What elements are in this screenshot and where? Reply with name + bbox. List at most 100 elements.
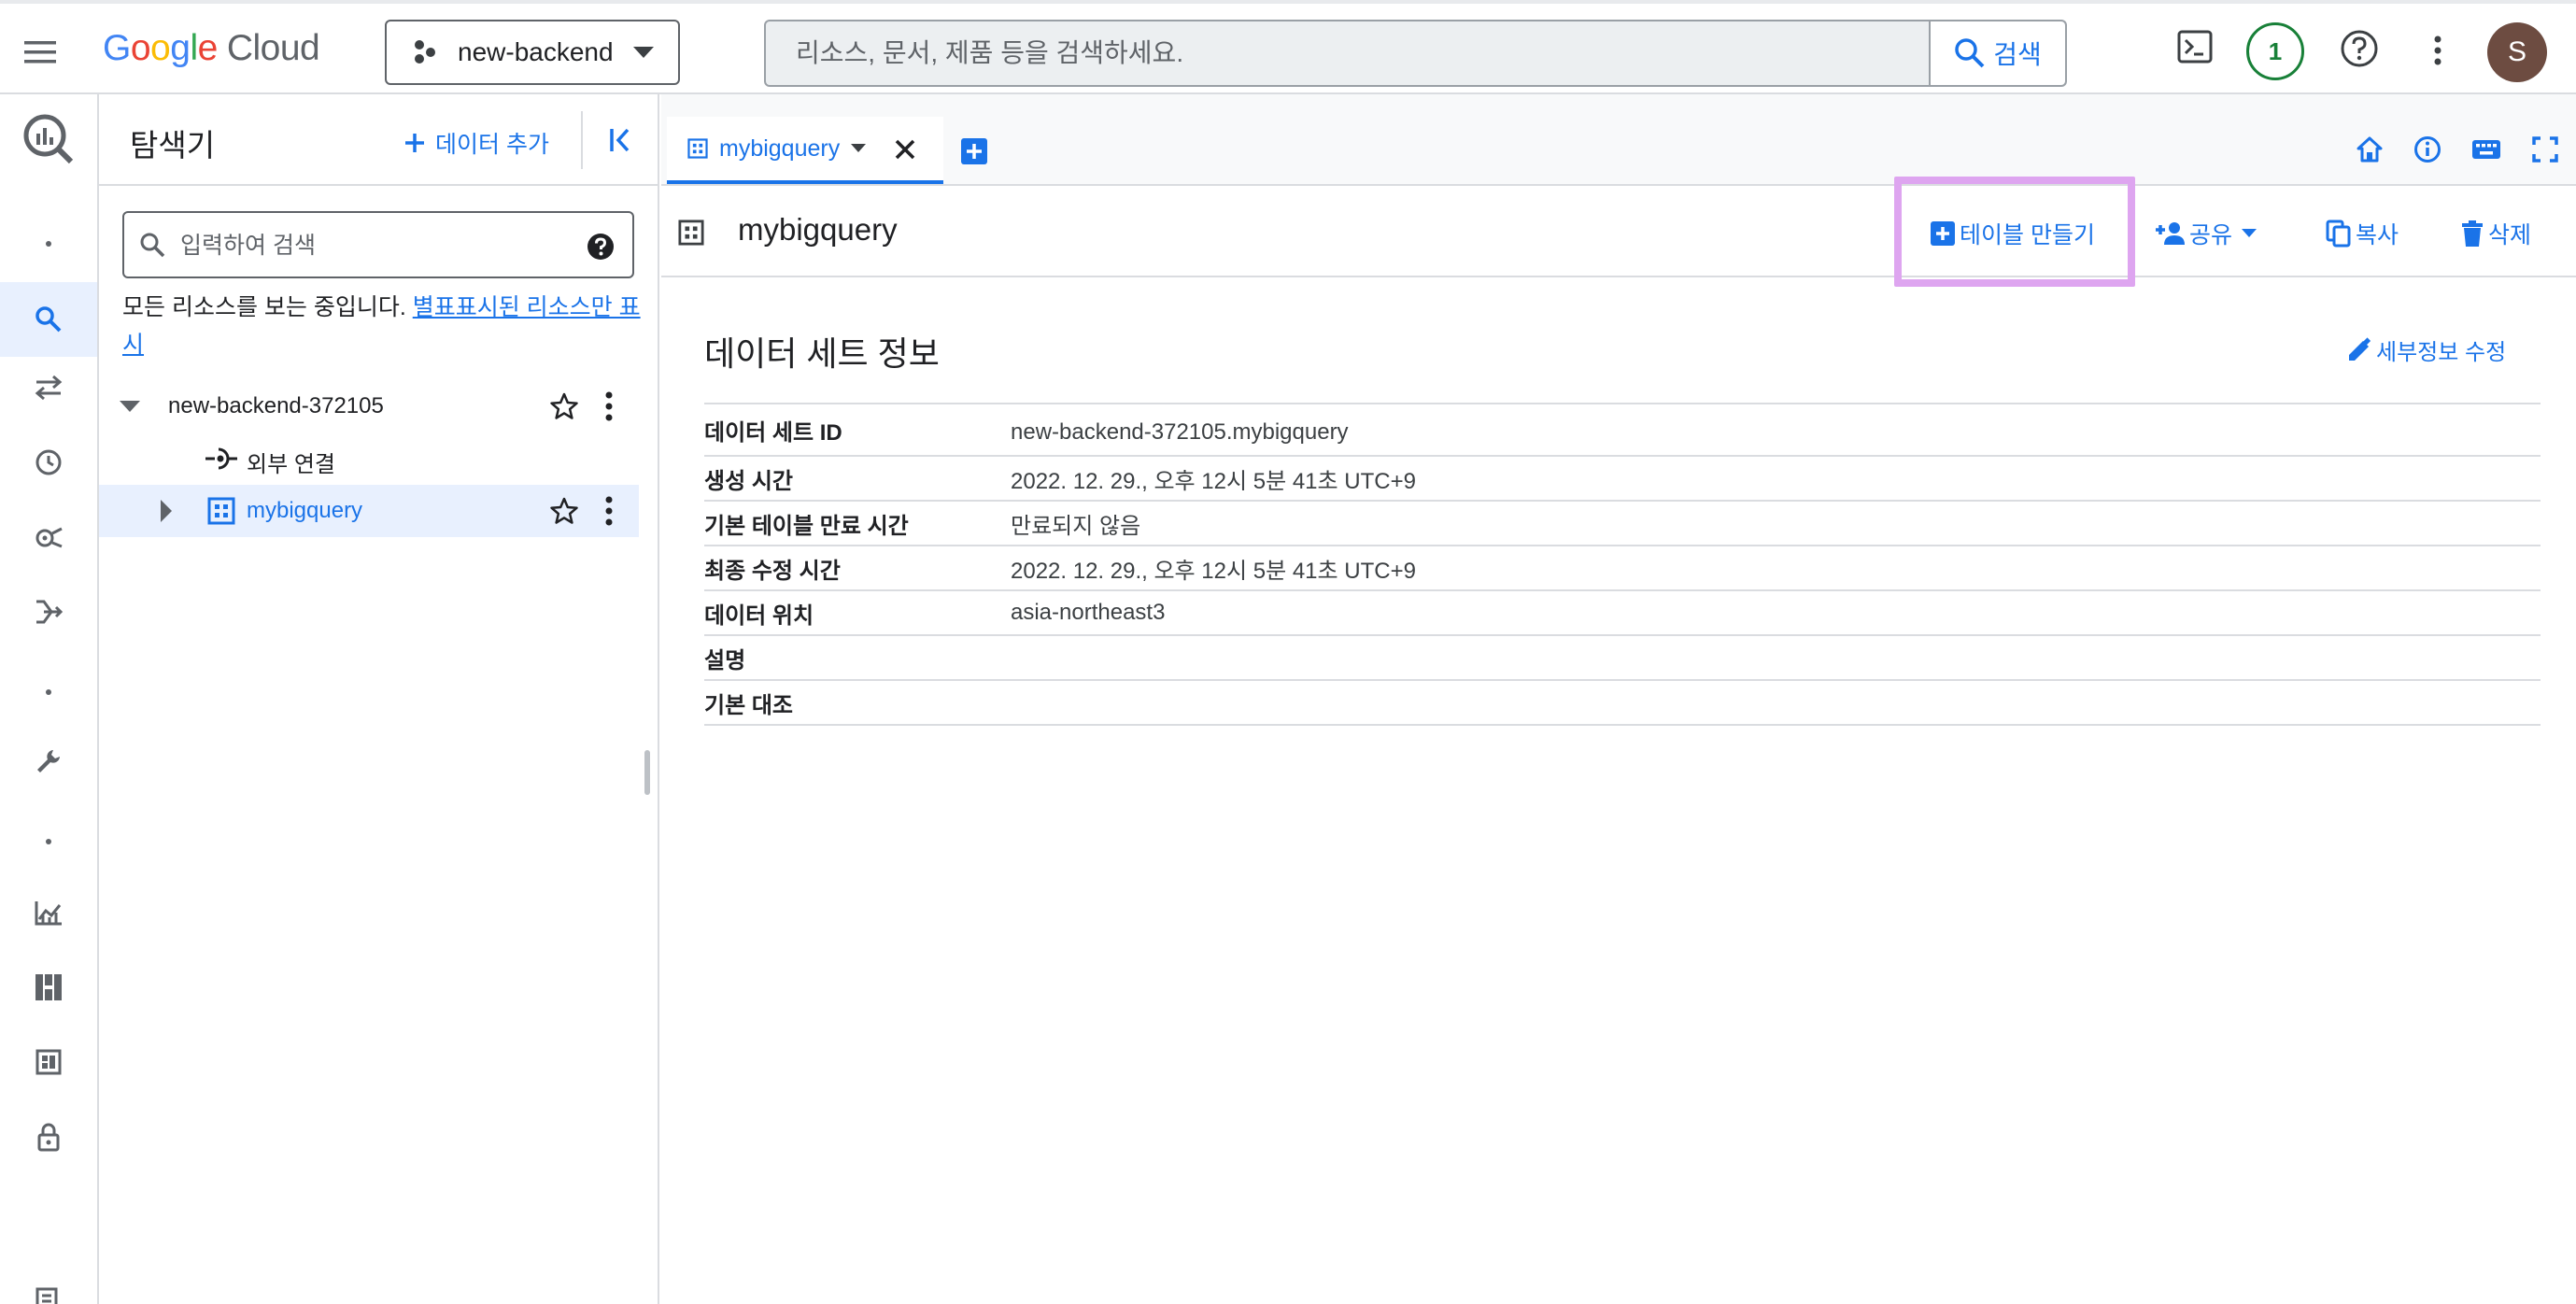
fullscreen-icon[interactable] — [2531, 135, 2559, 163]
info-value: 2022. 12. 29., 오후 12시 5분 41초 UTC+9 — [1011, 455, 2541, 501]
monitoring-icon[interactable] — [0, 881, 97, 944]
caret-down-icon[interactable] — [120, 401, 140, 414]
tab-menu-icon[interactable] — [851, 144, 867, 153]
copy-button[interactable]: 복사 — [2326, 217, 2399, 250]
plus-icon — [403, 132, 435, 154]
logo-letter: o — [130, 28, 151, 68]
wrench-icon[interactable] — [0, 730, 97, 793]
dataset-toolbar: mybigquery 테이블 만들기 공유 복사 삭제 — [661, 177, 2576, 287]
delete-button[interactable]: 삭제 — [2460, 217, 2531, 250]
dashboard-icon[interactable] — [0, 1030, 97, 1094]
info-icon[interactable] — [2413, 135, 2442, 163]
notification-badge[interactable]: 1 — [2246, 22, 2304, 80]
info-key: 데이터 세트 ID — [704, 403, 1011, 456]
collapse-panel-icon[interactable] — [607, 126, 635, 154]
more-vert-icon[interactable] — [2428, 32, 2447, 69]
info-row: 기본 대조 — [704, 679, 2541, 726]
create-table-button[interactable]: 테이블 만들기 — [1930, 217, 2095, 250]
project-label: new-backend-372105 — [168, 393, 384, 418]
pencil-icon — [2346, 336, 2376, 363]
create-table-label: 테이블 만들기 — [1960, 222, 2095, 248]
add-box-icon — [1930, 220, 1960, 247]
capacity-icon[interactable] — [0, 956, 97, 1019]
edit-details-button[interactable]: 세부정보 수정 — [2346, 333, 2506, 366]
share-button[interactable]: 공유 — [2154, 217, 2260, 250]
edit-details-label: 세부정보 수정 — [2376, 340, 2507, 365]
tab-label: mybigquery — [719, 135, 841, 162]
chevron-down-icon — [633, 47, 654, 60]
star-icon[interactable] — [549, 496, 579, 526]
history-icon[interactable] — [0, 431, 97, 494]
logo-letter: G — [103, 28, 131, 68]
tree-item-project[interactable]: new-backend-372105 — [99, 380, 639, 432]
terminal-icon[interactable] — [2176, 28, 2214, 65]
policy-icon[interactable] — [0, 1277, 97, 1304]
global-search: 검색 — [764, 20, 2067, 87]
info-row: 최종 수정 시간 2022. 12. 29., 오후 12시 5분 41초 UT… — [704, 545, 2541, 590]
search-icon — [139, 232, 167, 260]
project-picker[interactable]: new-backend — [385, 20, 680, 85]
tree-item-dataset[interactable]: mybigquery — [99, 485, 639, 537]
search-button[interactable]: 검색 — [1929, 21, 2065, 85]
tab-mybigquery[interactable]: mybigquery — [667, 117, 943, 184]
keyboard-icon[interactable] — [2471, 135, 2501, 163]
tree-item-external-connections[interactable]: 외부 연결 — [99, 432, 639, 485]
external-connections-label: 외부 연결 — [247, 452, 335, 477]
explorer-search-input[interactable] — [180, 230, 554, 262]
avatar[interactable]: S — [2487, 22, 2547, 82]
dataset-info-table: 데이터 세트 ID new-backend-372105.mybigquery … — [704, 403, 2541, 726]
rail-dot — [0, 660, 97, 724]
rail-dot — [0, 212, 97, 276]
transfers-icon[interactable] — [0, 356, 97, 419]
workflow-icon[interactable] — [0, 580, 97, 644]
copy-icon — [2326, 220, 2356, 248]
share-label: 공유 — [2189, 222, 2233, 248]
top-bar: GoogleCloud new-backend 검색 1 S — [0, 0, 2576, 94]
info-value — [1011, 679, 2541, 726]
left-nav-rail — [0, 94, 99, 1304]
more-vert-icon[interactable] — [603, 390, 615, 423]
global-search-input[interactable] — [796, 35, 1917, 72]
home-icon[interactable] — [2356, 135, 2384, 163]
search-icon[interactable] — [0, 282, 97, 357]
info-value — [1011, 634, 2541, 680]
divider — [581, 111, 583, 169]
chevron-down-icon — [2242, 229, 2260, 238]
info-row: 설명 — [704, 634, 2541, 680]
bigquery-logo-icon[interactable] — [0, 102, 97, 177]
dataset-icon — [207, 497, 235, 525]
close-icon[interactable] — [893, 137, 917, 162]
info-key: 설명 — [704, 634, 1011, 680]
help-icon[interactable] — [2339, 28, 2380, 69]
help-icon[interactable] — [586, 232, 616, 262]
section-title: 데이터 세트 정보 — [704, 334, 940, 373]
info-value: asia-northeast3 — [1011, 589, 2541, 635]
logo-product: Cloud — [226, 28, 320, 68]
logo-letter: e — [197, 28, 219, 68]
scheduled-queries-icon[interactable] — [0, 505, 97, 569]
explorer-panel: 탐색기 데이터 추가 모든 리소스를 보는 중입니다. 별표표시된 리소스만 표… — [99, 94, 659, 1304]
delete-label: 삭제 — [2488, 222, 2532, 248]
new-tab-icon[interactable] — [960, 137, 988, 165]
explorer-header: 탐색기 데이터 추가 — [99, 94, 658, 186]
logo-letter: o — [150, 28, 171, 68]
star-icon[interactable] — [549, 391, 579, 421]
add-data-button[interactable]: 데이터 추가 — [403, 126, 549, 160]
search-icon — [1954, 37, 1993, 69]
more-vert-icon[interactable] — [603, 494, 615, 528]
menu-icon[interactable] — [22, 34, 67, 71]
caret-right-icon[interactable] — [161, 500, 174, 522]
google-cloud-logo[interactable]: Google Cloud — [103, 28, 320, 69]
info-key: 기본 대조 — [704, 679, 1011, 726]
info-key: 데이터 위치 — [704, 589, 1011, 635]
info-value: 만료되지 않음 — [1011, 500, 2541, 546]
dataset-label: mybigquery — [247, 498, 363, 523]
info-row: 생성 시간 2022. 12. 29., 오후 12시 5분 41초 UTC+9 — [704, 455, 2541, 501]
delete-icon — [2460, 220, 2488, 248]
add-data-label: 데이터 추가 — [435, 132, 549, 158]
info-key: 기본 테이블 만료 시간 — [704, 500, 1011, 546]
info-value: 2022. 12. 29., 오후 12시 5분 41초 UTC+9 — [1011, 545, 2541, 590]
panel-resize-handle[interactable] — [644, 750, 650, 795]
lock-icon[interactable] — [0, 1105, 97, 1169]
scope-note-text: 모든 리소스를 보는 중입니다. — [122, 294, 413, 320]
